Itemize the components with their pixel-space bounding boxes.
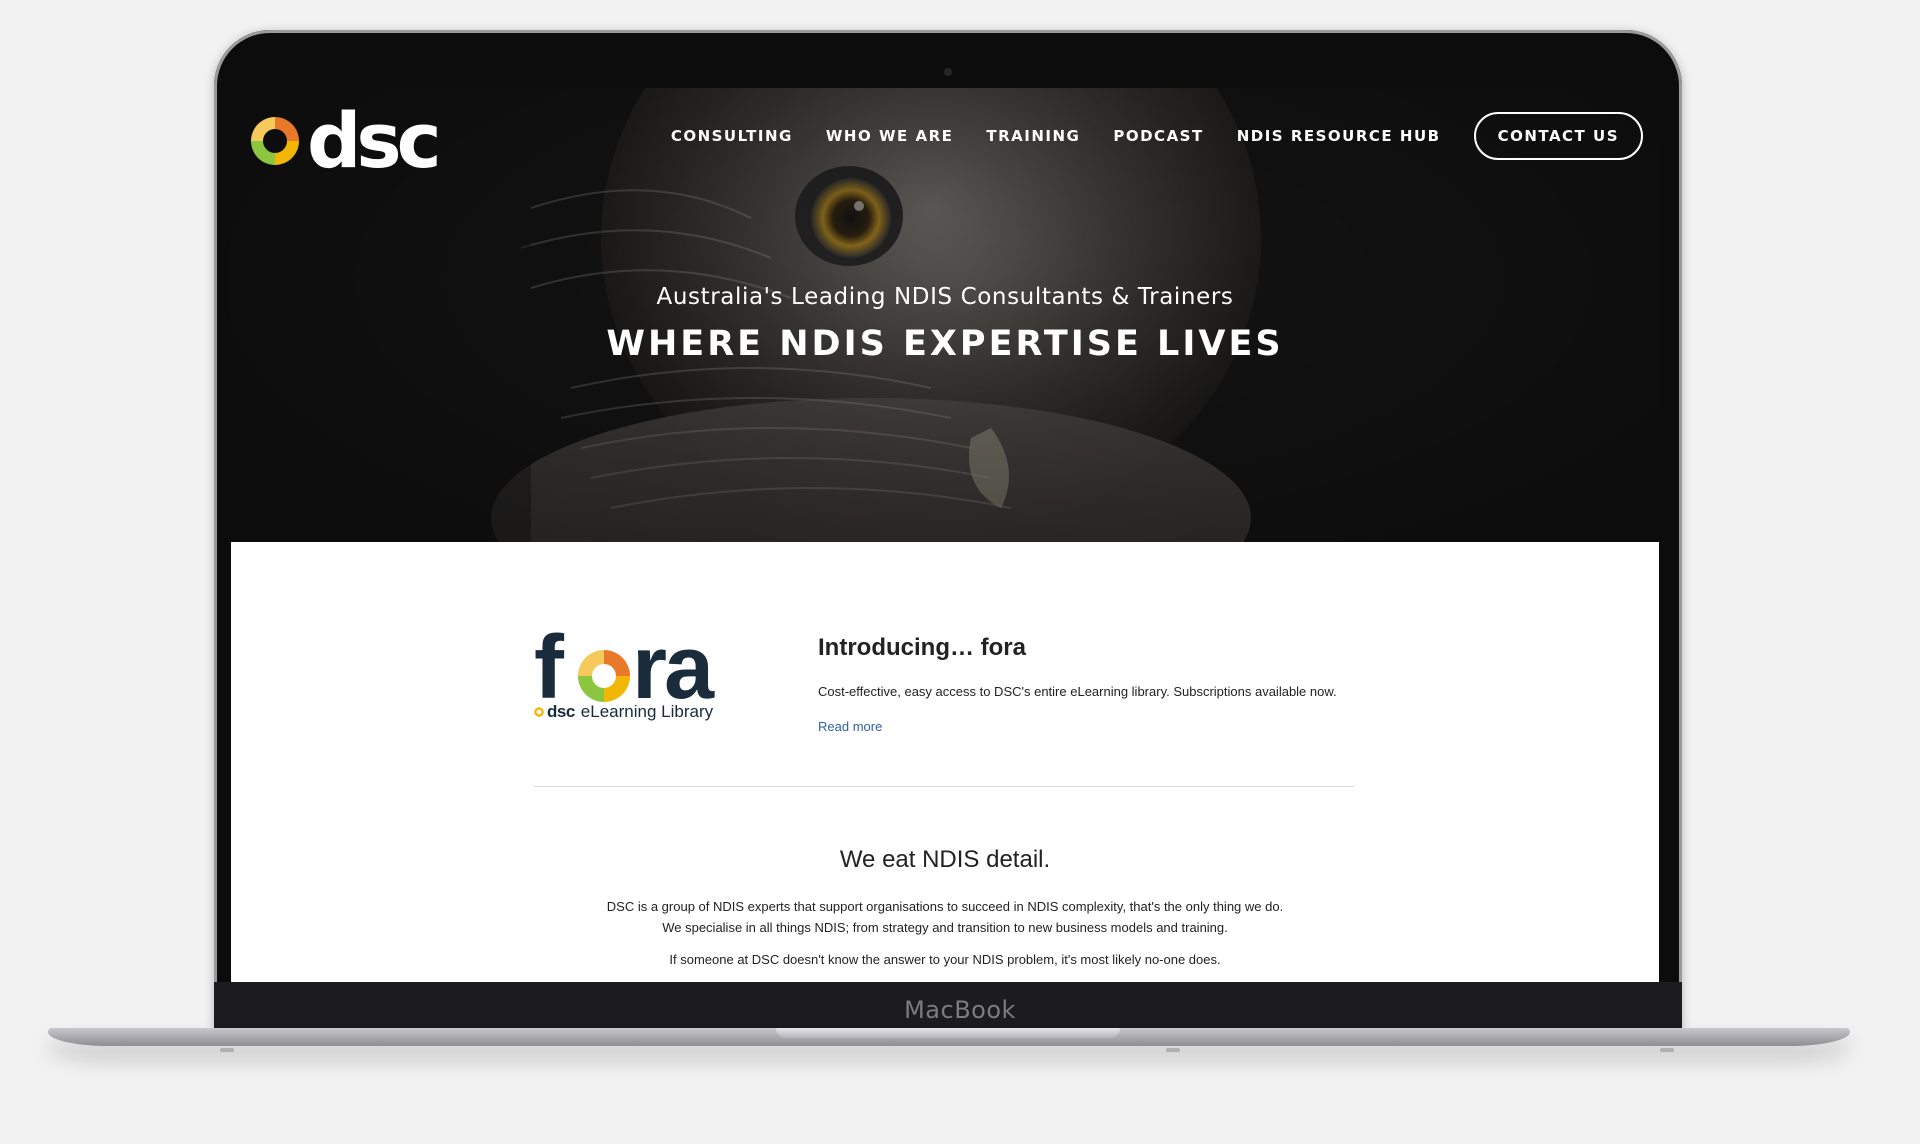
section-divider [534,786,1354,787]
fora-tagline-text: eLearning Library [580,702,714,721]
nav-who-we-are[interactable]: WHO WE ARE [826,127,954,145]
nav-consulting[interactable]: CONSULTING [671,127,793,145]
laptop-foot [1660,1048,1674,1052]
fora-heading: Introducing… fora [818,634,1378,662]
device-brand-label: MacBook [904,996,1016,1024]
about-paragraph-1: DSC is a group of NDIS experts that supp… [606,899,1284,935]
hero-title: WHERE NDIS EXPERTISE LIVES [606,324,1284,364]
svg-text:f: f [534,626,565,706]
fora-intro: Introducing… fora Cost-effective, easy a… [818,626,1378,736]
fora-ring-icon [578,650,630,702]
nav-training[interactable]: TRAINING [986,127,1080,145]
dsc-logo[interactable]: dsc [249,96,442,185]
dsc-mini-ring-icon [534,707,544,717]
hero-section: dsc CONSULTING WHO WE ARE TRAINING PODCA… [231,88,1659,542]
fora-wordmark-graphic: f ra [534,626,718,706]
fora-heading-bold: fora [980,634,1026,661]
browser-viewport: dsc CONSULTING WHO WE ARE TRAINING PODCA… [231,88,1659,982]
about-paragraph-2: If someone at DSC doesn't know the answe… [669,952,1221,967]
fora-tagline-brand: dsc [547,702,575,721]
dsc-logo-ring-icon [251,117,299,165]
hero-subtitle: Australia's Leading NDIS Consultants & T… [656,284,1234,310]
svg-text:ra: ra [632,626,715,706]
laptop-foot [1166,1048,1180,1052]
fora-logo[interactable]: fora f ra dsc eLearning Library [534,626,724,730]
nav-ndis-resource-hub[interactable]: NDIS RESOURCE HUB [1237,127,1441,145]
nav-podcast[interactable]: PODCAST [1113,127,1203,145]
laptop-base-notch [776,1028,1120,1038]
laptop-foot [220,1048,234,1052]
contact-us-button[interactable]: CONTACT US [1473,112,1643,160]
fora-heading-prefix: Introducing… [818,634,981,661]
main-nav: CONSULTING WHO WE ARE TRAINING PODCAST N… [671,112,1659,160]
read-more-link[interactable]: Read more [818,719,882,734]
logo-wordmark: dsc [307,96,442,185]
camera-dot [944,68,952,76]
fora-description: Cost-effective, easy access to DSC's ent… [818,684,1337,699]
fora-tagline: dsc eLearning Library [534,702,734,722]
about-heading: We eat NDIS detail. [839,846,1051,873]
